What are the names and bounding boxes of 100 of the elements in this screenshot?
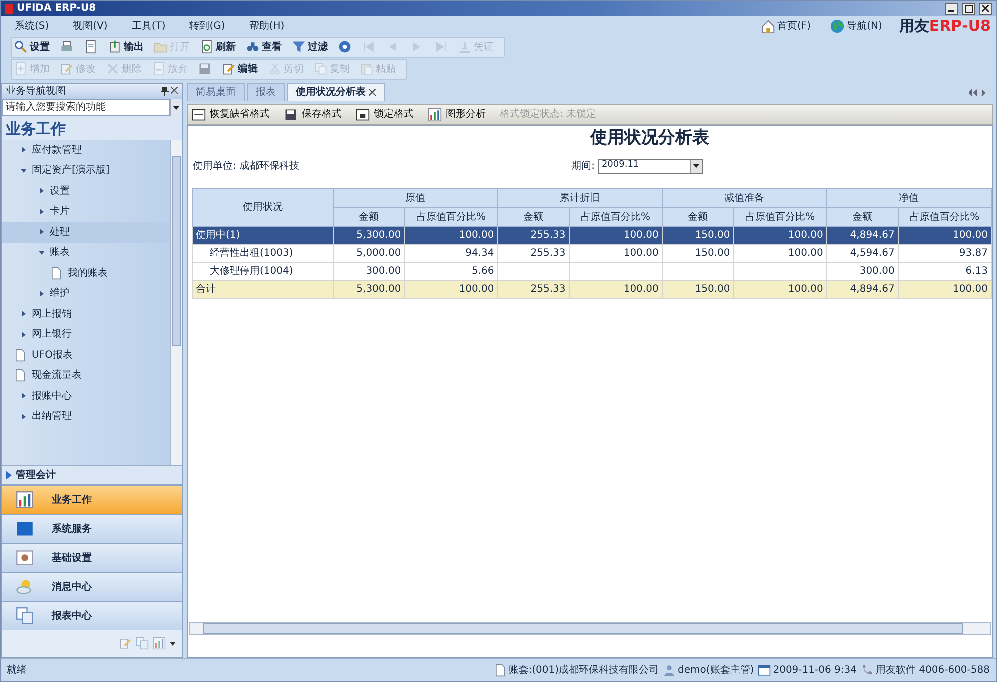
tree-item[interactable]: 卡片 — [50, 204, 70, 220]
tab[interactable]: 报表 — [247, 83, 285, 101]
column-header: 金额 — [333, 208, 405, 226]
section-title: 业务工作 — [5, 119, 67, 140]
table-cell: 150.00 — [662, 226, 734, 244]
toolbar-button[interactable]: 锁定格式 — [356, 107, 414, 122]
toolbar-button[interactable]: 编辑 — [220, 62, 260, 76]
tab[interactable]: 简易桌面 — [187, 83, 245, 101]
collapsed-arrow-icon[interactable] — [20, 414, 27, 420]
table-cell: 4,594.67 — [826, 244, 898, 262]
tree-item[interactable]: 网上银行 — [32, 327, 72, 342]
tree-item[interactable]: 报账中心 — [32, 388, 72, 404]
top-link[interactable]: 首页(F) — [758, 18, 814, 34]
collapsed-arrow-icon[interactable] — [20, 311, 27, 318]
toolbar-button[interactable]: 查看 — [244, 40, 284, 54]
caret-icon[interactable] — [170, 642, 176, 646]
close-icon[interactable] — [369, 88, 376, 96]
module-button[interactable]: 系统服务 — [2, 515, 182, 543]
tree-item[interactable]: 现金流量表 — [32, 368, 82, 384]
expanded-arrow-icon[interactable] — [20, 168, 27, 173]
column-header: 金额 — [826, 208, 898, 226]
menu-item[interactable]: 视图(V) — [73, 18, 108, 34]
table-cell: 255.33 — [498, 226, 570, 244]
tree-item[interactable]: UFO报表 — [32, 348, 73, 363]
toolbar-button[interactable]: 过滤 — [290, 40, 330, 54]
house-icon — [760, 18, 776, 34]
tree-item[interactable]: 设置 — [50, 184, 70, 199]
tree-item[interactable]: 网上报销 — [32, 306, 72, 322]
unit-label: 使用单位: 成都环保科技 — [193, 160, 300, 174]
menu-item[interactable]: 转到(G) — [190, 18, 226, 34]
table-cell: 100.00 — [569, 226, 662, 244]
table-cell: 94.34 — [404, 244, 498, 262]
toolbar-button[interactable]: 输出 — [106, 40, 146, 54]
search-field[interactable]: 请输入您要搜索的功能 — [2, 99, 170, 116]
expanded-arrow-icon[interactable] — [38, 250, 45, 255]
column-header: 累计折旧 — [498, 188, 662, 208]
magnifier-icon — [14, 40, 28, 54]
status-text: 用友软件 4006-600-588 — [876, 664, 990, 678]
top-link[interactable]: 导航(N) — [828, 18, 884, 34]
report-title: 使用状况分析表 — [589, 127, 710, 150]
export-icon — [108, 40, 122, 54]
section-title: 管理会计 — [16, 468, 56, 482]
column-header: 减值准备 — [662, 188, 827, 208]
close-icon[interactable] — [171, 87, 178, 96]
table-cell: 100.00 — [404, 280, 498, 298]
toolbar-button[interactable]: 刷新 — [198, 40, 238, 54]
pin-icon[interactable] — [160, 87, 168, 96]
tree-item[interactable]: 出纳管理 — [32, 409, 72, 424]
module-button[interactable]: 消息中心 — [2, 573, 182, 601]
pencil-icon — [222, 62, 236, 76]
scrollbar[interactable] — [170, 140, 182, 465]
collapsed-arrow-icon[interactable] — [38, 208, 45, 215]
menu-item[interactable]: 帮助(H) — [249, 18, 285, 34]
menu-item[interactable]: 系统(S) — [15, 18, 50, 34]
minimize-button[interactable] — [945, 2, 958, 14]
close-button[interactable] — [979, 2, 992, 14]
toolbar-button[interactable]: 图形分析 — [428, 107, 486, 122]
toolbar-button[interactable]: 设置 — [12, 40, 52, 54]
pages-icon — [136, 637, 149, 650]
tree-item[interactable]: 固定资产[演示版] — [32, 163, 110, 178]
logo: 用友ERP-U8 — [899, 16, 991, 37]
tree-item[interactable]: 我的账表 — [68, 266, 108, 281]
table-cell: 255.33 — [498, 280, 570, 298]
status-text: 账套:(001)成都环保科技有限公司 — [508, 664, 660, 678]
tree-item[interactable]: 维护 — [50, 286, 70, 302]
collapsed-arrow-icon[interactable] — [38, 290, 45, 297]
tree-item[interactable]: 处理 — [50, 224, 70, 240]
module-button[interactable]: 业务工作 — [2, 486, 182, 514]
person-icon — [663, 664, 676, 676]
period-dropdown[interactable]: 2009.11 — [598, 158, 703, 174]
bar-chart-icon — [16, 491, 34, 509]
cloud-sun-icon — [16, 578, 34, 596]
table-cell: 4,894.67 — [826, 280, 898, 298]
document-icon — [14, 348, 27, 362]
paste-icon — [360, 62, 374, 76]
collapsed-arrow-icon[interactable] — [6, 470, 12, 480]
module-button[interactable]: 基础设置 — [2, 544, 182, 572]
collapsed-arrow-icon[interactable] — [20, 147, 27, 154]
tree-item[interactable]: 账表 — [50, 245, 70, 260]
page-plus-icon — [14, 62, 28, 76]
funnel-icon — [292, 40, 306, 54]
status-text: 就绪 — [7, 664, 27, 678]
table-cell: 100.00 — [898, 280, 992, 298]
collapsed-arrow-icon[interactable] — [38, 188, 45, 194]
collapsed-arrow-icon[interactable] — [20, 332, 27, 338]
column-header: 占原值百分比% — [569, 208, 662, 226]
module-button[interactable]: 报表中心 — [2, 602, 182, 630]
menu-item[interactable]: 工具(T) — [132, 18, 166, 34]
table-cell: 5,000.00 — [333, 244, 405, 262]
column-header: 使用状况 — [192, 188, 334, 226]
toolbar-button[interactable]: 保存格式 — [284, 107, 342, 122]
tab[interactable]: 使用状况分析表 — [287, 83, 386, 101]
toolbar-button[interactable]: 恢复缺省格式 — [192, 107, 270, 122]
collapsed-arrow-icon[interactable] — [38, 229, 45, 236]
tree-item[interactable]: 应付款管理 — [32, 142, 82, 158]
binoculars-icon — [246, 40, 260, 54]
maximize-button[interactable] — [962, 2, 975, 14]
scrollbar[interactable] — [189, 622, 991, 635]
collapsed-arrow-icon[interactable] — [20, 393, 27, 400]
table-cell: 5,300.00 — [333, 226, 405, 244]
